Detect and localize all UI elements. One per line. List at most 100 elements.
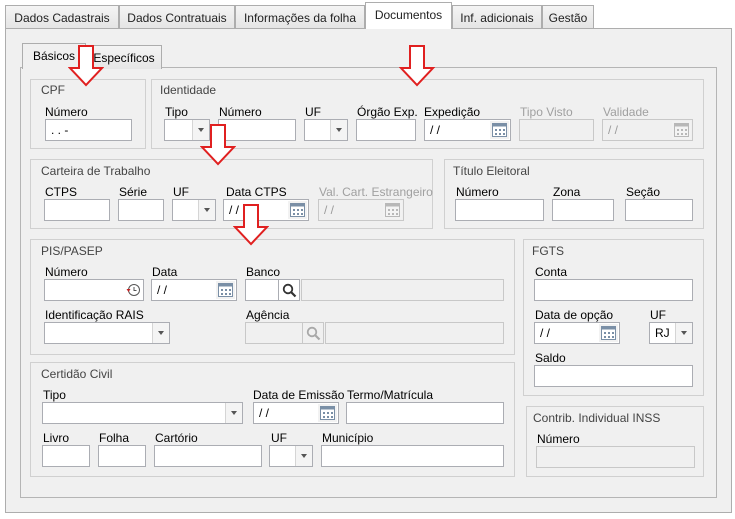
date-value: / / — [324, 203, 335, 217]
identidade-uf-label: UF — [305, 105, 321, 119]
chevron-down-icon[interactable] — [330, 120, 347, 140]
fgts-data-opcao-input[interactable]: / / — [534, 322, 620, 344]
calendar-icon[interactable] — [288, 201, 307, 219]
pis-numero-input[interactable] — [44, 279, 144, 301]
identidade-orgao-label: Órgão Exp. — [357, 105, 418, 119]
chevron-down-icon[interactable] — [152, 323, 169, 343]
certidao-livro-label: Livro — [43, 431, 70, 445]
pis-agencia-nome-input[interactable] — [325, 322, 504, 344]
arrow-down-icon — [233, 204, 269, 246]
certidao-data-emissao-input[interactable]: / / — [253, 402, 339, 424]
titulo-zona-label: Zona — [553, 185, 581, 199]
arrow-down-icon — [200, 124, 236, 166]
certidao-uf-label: UF — [271, 431, 287, 445]
date-value: / / — [540, 326, 551, 340]
calendar-icon[interactable] — [490, 121, 509, 139]
ctps-data-label: Data CTPS — [226, 185, 287, 199]
ctps-input[interactable] — [44, 199, 110, 221]
inss-numero-input[interactable] — [536, 446, 695, 468]
fgts-saldo-input[interactable] — [534, 365, 693, 387]
tab-documentos[interactable]: Documentos — [365, 2, 452, 29]
identidade-uf-select[interactable] — [304, 119, 348, 141]
certidao-municipio-label: Município — [322, 431, 374, 445]
date-value: / / — [608, 123, 619, 137]
titulo-secao-label: Seção — [626, 185, 661, 199]
chevron-down-icon[interactable] — [295, 446, 312, 466]
certidao-title: Certidão Civil — [41, 367, 113, 381]
date-value: / / — [430, 123, 441, 137]
arrow-down-icon — [68, 45, 104, 87]
certidao-uf-select[interactable] — [269, 445, 313, 467]
banco-search-button[interactable] — [278, 279, 300, 301]
pis-agencia-input[interactable] — [245, 322, 303, 344]
cpf-numero-label: Número — [45, 105, 88, 119]
uf-value: RJ — [655, 326, 670, 340]
fgts-uf-select[interactable]: RJ — [649, 322, 693, 344]
identidade-title: Identidade — [160, 83, 217, 97]
tab-dados-contratuais[interactable]: Dados Contratuais — [119, 5, 235, 29]
calendar-icon[interactable] — [383, 201, 402, 219]
tab-informacoes-folha[interactable]: Informações da folha — [235, 5, 365, 29]
pis-rais-select[interactable] — [44, 322, 170, 344]
certidao-municipio-input[interactable] — [321, 445, 504, 467]
ctps-label: CTPS — [45, 185, 78, 199]
cpf-title: CPF — [41, 83, 65, 97]
titulo-zona-input[interactable] — [552, 199, 614, 221]
pis-data-input[interactable]: / / — [151, 279, 237, 301]
identidade-tipo-visto-label: Tipo Visto — [520, 105, 573, 119]
pis-agencia-label: Agência — [246, 308, 290, 322]
certidao-data-emissao-label: Data de Emissão — [253, 388, 345, 402]
fgts-saldo-label: Saldo — [535, 351, 566, 365]
search-icon — [282, 283, 297, 301]
pis-banco-nome-input[interactable] — [301, 279, 504, 301]
certidao-livro-input[interactable] — [42, 445, 90, 467]
calendar-icon[interactable] — [216, 281, 235, 299]
certidao-cartorio-input[interactable] — [154, 445, 262, 467]
identidade-tipo-label: Tipo — [165, 105, 188, 119]
pis-numero-label: Número — [45, 265, 88, 279]
fgts-conta-input[interactable] — [534, 279, 693, 301]
identidade-expedicao-label: Expedição — [424, 105, 481, 119]
arrow-down-icon — [399, 45, 435, 87]
inss-title: Contrib. Individual INSS — [533, 411, 661, 425]
identidade-expedicao-input[interactable]: / / — [424, 119, 511, 141]
titulo-numero-label: Número — [456, 185, 499, 199]
calendar-icon[interactable] — [599, 324, 618, 342]
titulo-secao-input[interactable] — [625, 199, 693, 221]
titulo-numero-input[interactable] — [455, 199, 544, 221]
chevron-down-icon[interactable] — [675, 323, 692, 343]
identidade-validade-input[interactable]: / / — [602, 119, 693, 141]
fgts-title: FGTS — [532, 244, 564, 258]
fgts-data-opcao-label: Data de opção — [535, 308, 614, 322]
date-value: / / — [157, 283, 168, 297]
chevron-down-icon[interactable] — [198, 200, 215, 220]
tab-dados-cadastrais[interactable]: Dados Cadastrais — [5, 5, 119, 29]
search-icon — [306, 326, 321, 344]
certidao-tipo-select[interactable] — [42, 402, 243, 424]
pis-banco-label: Banco — [246, 265, 281, 279]
ctps-uf-label: UF — [173, 185, 189, 199]
agencia-search-button[interactable] — [302, 322, 324, 344]
calendar-icon[interactable] — [672, 121, 691, 139]
identidade-numero-label: Número — [219, 105, 262, 119]
pis-data-label: Data — [152, 265, 178, 279]
fgts-uf-label: UF — [650, 308, 666, 322]
history-icon[interactable] — [125, 282, 141, 301]
ctps-val-input[interactable]: / / — [318, 199, 404, 221]
calendar-icon[interactable] — [318, 404, 337, 422]
pis-title: PIS/PASEP — [41, 244, 103, 258]
chevron-down-icon[interactable] — [225, 403, 242, 423]
pis-banco-input[interactable] — [245, 279, 279, 301]
certidao-folha-label: Folha — [99, 431, 130, 445]
ctps-serie-label: Série — [119, 185, 148, 199]
identidade-tipo-visto-input[interactable] — [519, 119, 594, 141]
cpf-numero-input[interactable]: . . - — [45, 119, 132, 141]
certidao-termo-input[interactable] — [346, 402, 504, 424]
ctps-serie-input[interactable] — [118, 199, 164, 221]
certidao-folha-input[interactable] — [98, 445, 146, 467]
ctps-uf-select[interactable] — [172, 199, 216, 221]
tab-inf-adicionais[interactable]: Inf. adicionais — [452, 5, 542, 29]
tab-gestao[interactable]: Gestão — [542, 5, 594, 29]
identidade-orgao-input[interactable] — [356, 119, 416, 141]
date-value: / / — [259, 406, 270, 420]
